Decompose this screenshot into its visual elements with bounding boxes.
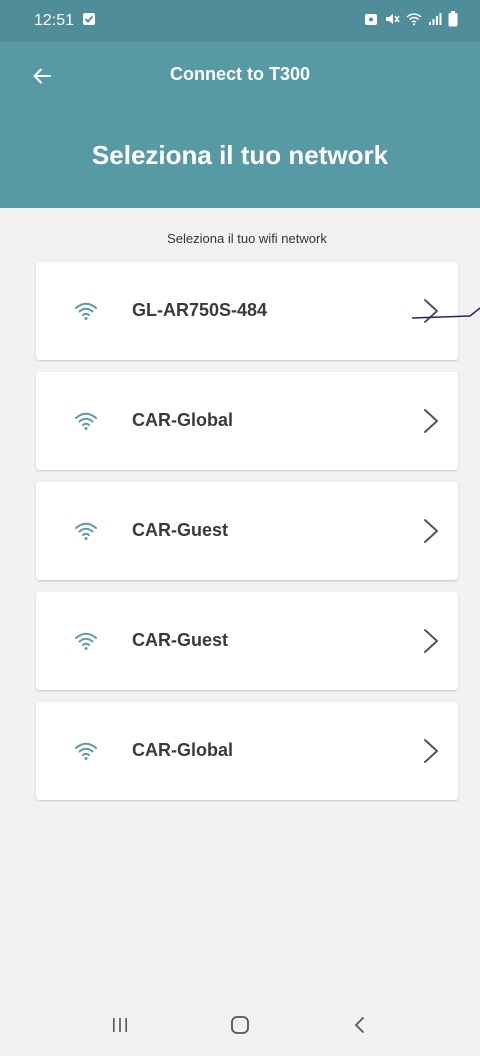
network-item[interactable]: GL-AR750S-484: [36, 262, 458, 360]
wifi-icon: [75, 522, 97, 540]
page-header: Seleziona il tuo network: [0, 108, 480, 208]
wifi-icon: [75, 412, 97, 430]
app-title: Connect to T300: [169, 64, 311, 84]
wifi-icon: [75, 742, 97, 760]
wifi-icon: [75, 632, 97, 650]
chevron-right-icon: [424, 739, 438, 763]
network-list-subtitle: Seleziona il tuo wifi network: [167, 231, 327, 246]
network-item[interactable]: CAR-Guest: [36, 592, 458, 690]
network-name: CAR-Global: [132, 410, 233, 430]
signal-icon: [428, 12, 442, 31]
recents-icon: [113, 1018, 127, 1032]
chevron-right-icon: [424, 519, 438, 543]
home-icon: [231, 1016, 249, 1034]
home-button[interactable]: [220, 1005, 260, 1045]
network-name: GL-AR750S-484: [132, 300, 268, 320]
battery-icon: [448, 10, 458, 32]
chevron-right-icon: [424, 409, 438, 433]
status-right: [364, 10, 458, 32]
recents-button[interactable]: [100, 1005, 140, 1045]
annotation-line: [411, 307, 480, 319]
checkbox-notification-icon: [82, 12, 96, 31]
status-time: 12:51: [34, 12, 75, 29]
app-bar: Connect to T300: [0, 42, 480, 108]
network-item[interactable]: CAR-Global: [36, 702, 458, 800]
system-nav-bar: [0, 994, 480, 1056]
wifi-icon: [75, 302, 97, 320]
status-bar: 12:51: [0, 0, 480, 42]
network-item[interactable]: CAR-Guest: [36, 482, 458, 580]
network-name: CAR-Guest: [132, 520, 229, 540]
status-left: 12:51: [34, 12, 96, 31]
page-title: Seleziona il tuo network: [91, 140, 389, 170]
network-name: CAR-Global: [132, 740, 233, 760]
network-item[interactable]: CAR-Global: [36, 372, 458, 470]
lock-icon: [364, 12, 378, 31]
network-list: GL-AR750S-484 CAR-Global CAR-Guest CAR-G…: [36, 262, 458, 812]
back-icon: [355, 1017, 364, 1033]
system-back-button[interactable]: [340, 1005, 380, 1045]
network-name: CAR-Guest: [132, 630, 229, 650]
mute-icon: [384, 12, 400, 31]
chevron-right-icon: [424, 629, 438, 653]
wifi-icon: [406, 12, 422, 31]
